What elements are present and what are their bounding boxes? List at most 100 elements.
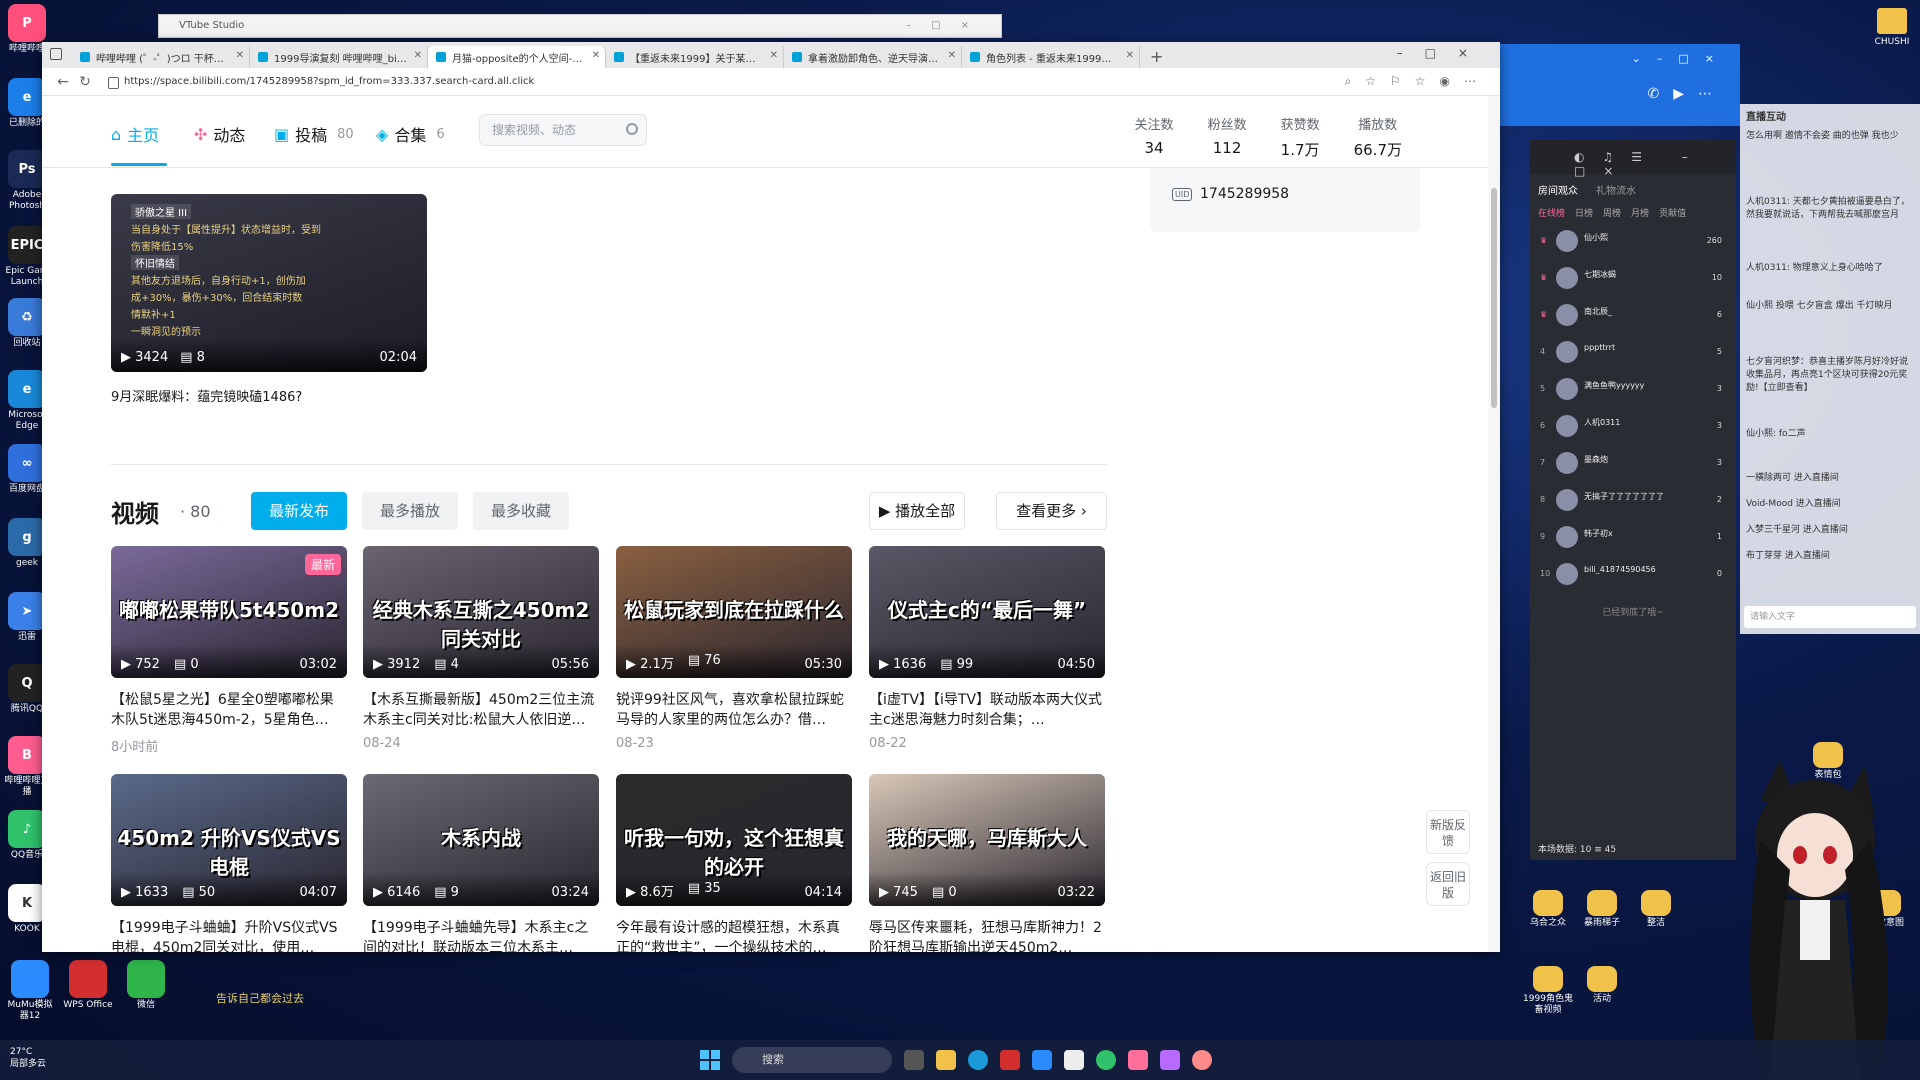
video-thumbnail[interactable]: 450m2 升阶VS仪式VS电棍 ▶ 1633 ▤ 50 04:07 [111,774,347,906]
close-icon[interactable]: ✕ [770,50,778,61]
desktop-icon[interactable]: 整洁 [1630,890,1682,929]
search-icon[interactable] [626,123,638,135]
vtube-window-controls[interactable]: –□× [906,15,989,37]
video-card[interactable]: 我的天哪，马库斯大人 ▶ 745 ▤ 0 03:22 辱马区传来噩耗，狂想马库斯… [869,774,1105,952]
desktop-icon[interactable]: 活动 [1576,966,1628,1005]
close-icon[interactable]: ✕ [592,50,600,61]
close-icon[interactable]: ✕ [414,50,422,61]
rank-row[interactable]: ♛ 仙小熙 260 [1538,226,1726,256]
browser-tab[interactable]: 哔哩哔哩 (゜-゜)つロ 干杯~-bilibili ✕ [72,46,250,68]
live-tab-gifts[interactable]: 礼物流水 [1596,182,1636,197]
wps-icon[interactable] [1000,1050,1020,1070]
sort-most-played-button[interactable]: 最多播放 [362,492,458,530]
featured-video-title[interactable]: 9月深眠爆料：蕴完镜映磕1486? [111,386,302,405]
page-scrollbar[interactable] [1488,96,1500,952]
file-explorer-icon[interactable] [936,1050,956,1070]
nav-collections[interactable]: ◈ 合集 6 [376,122,445,146]
video-thumbnail[interactable]: 木系内战 ▶ 6146 ▤ 9 03:24 [363,774,599,906]
rank-row[interactable]: 6 人机0311 3 [1538,411,1726,441]
desktop-icon[interactable]: WPS Office [62,960,114,1011]
browser-tab[interactable]: 角色列表 - 重返未来1999中文维基 ✕ [962,46,1140,68]
browser-tab[interactable]: 月猫-opposite的个人空间-月猫-o ✕ [428,46,606,68]
mumu-icon[interactable] [1032,1050,1052,1070]
desktop-icon[interactable]: 乌合之众 [1522,890,1574,929]
live-subtab[interactable]: 日榜 [1575,206,1593,219]
desktop-icon[interactable]: 微信 [120,960,172,1011]
phone-icon[interactable]: ✆▶⋯ [1648,86,1727,102]
desktop-icon[interactable]: 1999角色鬼畜视频 [1522,966,1574,1016]
live-subtab[interactable]: 周榜 [1603,206,1621,219]
live-tool-icon[interactable] [1160,1050,1180,1070]
rank-row[interactable]: 10 bili_41874590456 0 [1538,559,1726,589]
bilibili-taskbar-icon[interactable] [1128,1050,1148,1070]
video-title[interactable]: 【i虚TV】【i导TV】联动版本两大仪式主c迷思海魅力时刻合集；… [869,690,1105,730]
desktop-icon-chushi[interactable]: CHUSHI [1868,8,1916,47]
video-card[interactable]: 木系内战 ▶ 6146 ▤ 9 03:24 【1999电子斗蛐蛐先导】木系主c之… [363,774,599,952]
live-subtab[interactable]: 贡献值 [1659,206,1686,219]
video-card[interactable]: 嘟嘟松果带队5t450m2 最新 ▶ 752 ▤ 0 03:02 【松鼠5星之光… [111,546,347,755]
url-field[interactable]: https://space.bilibili.com/1745289958?sp… [104,71,1345,93]
back-icon[interactable]: ← [52,74,74,90]
stat-item[interactable]: 关注数 34 [1135,114,1174,160]
video-card[interactable]: 松鼠玩家到底在拉踩什么 ▶ 2.1万 ▤ 76 05:30 锐评99社区风气，喜… [616,546,852,751]
new-tab-button[interactable]: + [1140,47,1173,68]
nav-posts[interactable]: ▣ 投稿 80 [274,122,354,146]
nav-dynamic[interactable]: ✣ 动态 [194,122,245,146]
video-thumbnail[interactable]: 听我一句劝，这个狂想真的必开 ▶ 8.6万 ▤ 35 04:14 [616,774,852,906]
desktop-icon[interactable]: 暴雨梯子 [1576,890,1628,929]
video-card[interactable]: 450m2 升阶VS仪式VS电棍 ▶ 1633 ▤ 50 04:07 【1999… [111,774,347,952]
tab-actions-icon[interactable] [50,48,62,60]
edge-icon[interactable] [968,1050,988,1070]
scrollbar-thumb[interactable] [1491,188,1497,408]
companion-window-controls[interactable]: ⌄–□× [1632,52,1730,65]
browser-tab[interactable]: 1999导演复刻 哔哩哔哩_bilibili ✕ [250,46,428,68]
qqmusic-icon[interactable] [1096,1050,1116,1070]
video-card[interactable]: 经典木系互撕之450m2同关对比 ▶ 3912 ▤ 4 05:56 【木系互撕最… [363,546,599,751]
close-icon[interactable]: ✕ [948,50,956,61]
live-subtab[interactable]: 月榜 [1631,206,1649,219]
live-tab-audience[interactable]: 房间观众 [1538,182,1578,197]
browser-tab[interactable]: 拿着激励卸角色、逆天导演部级 ✕ [784,46,962,68]
refresh-icon[interactable]: ↻ [74,74,96,90]
stat-item[interactable]: 粉丝数 112 [1208,114,1247,160]
task-view-icon[interactable] [904,1050,924,1070]
video-card[interactable]: 听我一句劝，这个狂想真的必开 ▶ 8.6万 ▤ 35 04:14 今年最有设计感… [616,774,852,952]
video-thumbnail[interactable]: 仪式主c的“最后一舞” ▶ 1636 ▤ 99 04:50 [869,546,1105,678]
video-title[interactable]: 今年最有设计感的超模狂想，木系真正的“救世主”，一个操纵技术的… [616,918,852,952]
live-panel-toolbar[interactable]: ◐♫☰ –□× [1574,150,1736,178]
rank-row[interactable]: 9 韩子初x 1 [1538,522,1726,552]
sort-most-fav-button[interactable]: 最多收藏 [473,492,569,530]
vtube-taskbar-icon[interactable] [1192,1050,1212,1070]
desktop-icon[interactable]: MuMu模拟器12 [4,960,56,1022]
video-title[interactable]: 【木系互撕最新版】450m2三位主流木系主c同关对比:松鼠大人依旧逆… [363,690,599,730]
feedback-button[interactable]: 新版反馈 [1426,810,1470,854]
video-title[interactable]: 辱马区传来噩耗，狂想马库斯神力！2阶狂想马库斯输出逆天450m2… [869,918,1105,952]
rank-row[interactable]: ♛ 南北辰_ 6 [1538,300,1726,330]
rank-row[interactable]: 5 满鱼鱼鸭yyyyyy 3 [1538,374,1726,404]
video-title[interactable]: 【松鼠5星之光】6星全0塑嘟嘟松果木队5t迷思海450m-2，5星角色… [111,690,347,730]
space-search-input[interactable]: 搜索视频、动态 [479,114,647,146]
video-title[interactable]: 【1999电子斗蛐蛐】升阶VS仪式VS电棍，450m2同关对比，使用… [111,918,347,952]
rank-row[interactable]: 8 无搞子了了了了了了了 2 [1538,485,1726,515]
video-thumbnail[interactable]: 经典木系互撕之450m2同关对比 ▶ 3912 ▤ 4 05:56 [363,546,599,678]
video-title[interactable]: 锐评99社区风气，喜欢拿松鼠拉踩蛇马导的人家里的两位怎么办？借… [616,690,852,730]
weather-widget[interactable]: 27°C 局部多云 [10,1046,46,1070]
nav-home[interactable]: ⌂ 主页 [111,122,159,146]
rank-row[interactable]: 4 pppttrrt 5 [1538,337,1726,367]
see-more-button[interactable]: 查看更多 › [996,492,1107,530]
live-subtab[interactable]: 在线榜 [1538,206,1565,219]
video-title[interactable]: 【1999电子斗蛐蛐先导】木系主c之间的对比！联动版本三位木系主… [363,918,599,952]
windows-start-icon[interactable] [700,1050,720,1070]
close-icon[interactable]: ✕ [236,50,244,61]
notepad-icon[interactable] [1064,1050,1084,1070]
video-thumbnail[interactable]: 我的天哪，马库斯大人 ▶ 745 ▤ 0 03:22 [869,774,1105,906]
video-card[interactable]: 仪式主c的“最后一舞” ▶ 1636 ▤ 99 04:50 【i虚TV】【i导T… [869,546,1105,751]
stat-item[interactable]: 播放数 66.7万 [1354,114,1402,160]
sort-latest-button[interactable]: 最新发布 [251,492,347,530]
chat-input[interactable]: 请输入文字 [1744,606,1916,628]
vtube-studio-window[interactable]: VTube Studio –□× [158,14,1002,38]
stat-item[interactable]: 获赞数 1.7万 [1281,114,1320,160]
browser-window-controls[interactable]: –□× [1397,46,1490,60]
play-all-button[interactable]: ▶ 播放全部 [869,492,965,530]
featured-video-thumbnail[interactable]: 一瞬洞见的预示 情默补+1 成+30%，暴伤+30%，回合结束时数 其他友方退场后，自… [111,194,427,372]
